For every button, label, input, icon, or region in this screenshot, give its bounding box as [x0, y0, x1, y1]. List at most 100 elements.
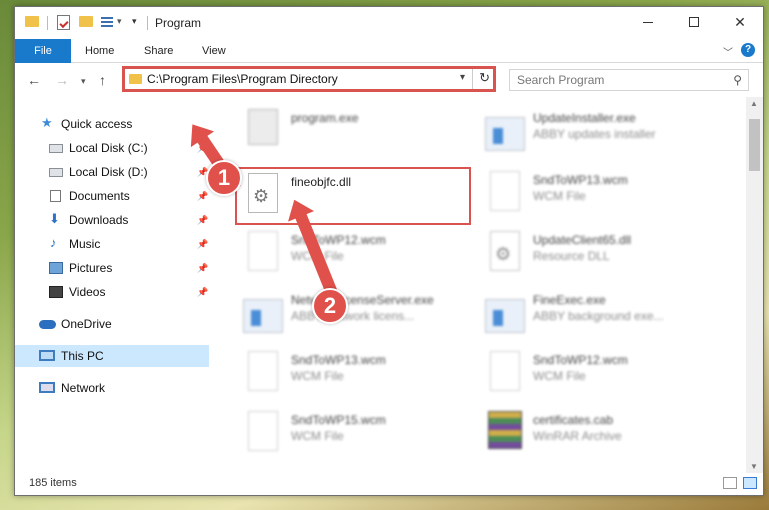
file-name: fineobjfc.dll: [291, 175, 352, 189]
file-name: certificates.cab: [533, 413, 614, 427]
file-name: FineExec.exe: [533, 293, 606, 307]
sidebar-item-local-disk-d[interactable]: Local Disk (D:) 📌: [15, 161, 209, 183]
file-icon: [248, 351, 278, 391]
address-divider: [472, 69, 473, 89]
sidebar-item-label: This PC: [61, 349, 104, 363]
status-bar: 185 items: [15, 473, 763, 495]
app-icon: [485, 117, 525, 151]
computer-icon: [39, 350, 55, 361]
file-type: WCM File: [533, 189, 586, 203]
minimize-button[interactable]: [625, 7, 671, 37]
file-item[interactable]: certificates.cab WinRAR Archive: [485, 409, 725, 465]
window-title: Program: [155, 16, 202, 30]
file-icon: [248, 231, 278, 271]
sidebar-item-pictures[interactable]: Pictures 📌: [15, 257, 209, 279]
vertical-scrollbar[interactable]: ▲ ▼: [746, 97, 763, 473]
scrollbar-thumb[interactable]: [749, 119, 760, 171]
folder-icon: [129, 74, 142, 84]
scroll-down-icon[interactable]: ▼: [750, 462, 758, 471]
file-item[interactable]: NetworkLicenseServer.exe ABBY Network li…: [243, 289, 483, 345]
up-arrow-icon[interactable]: ↑: [99, 72, 106, 88]
sidebar-item-label: Local Disk (C:): [69, 141, 148, 155]
pin-icon[interactable]: 📌: [197, 215, 208, 226]
maximize-icon: [689, 17, 699, 27]
callout-badge-1: 1: [206, 160, 242, 196]
close-button[interactable]: ✕: [717, 7, 763, 37]
sidebar-item-network[interactable]: Network: [15, 377, 209, 399]
refresh-icon[interactable]: ↻: [479, 70, 490, 86]
expand-ribbon-icon[interactable]: ﹀: [723, 44, 733, 59]
file-item[interactable]: FineExec.exe ABBY background exe...: [485, 289, 725, 345]
folder-icon: [25, 16, 39, 27]
large-icons-view-icon[interactable]: [743, 477, 757, 489]
back-arrow-icon[interactable]: ←: [27, 72, 41, 88]
file-item[interactable]: program.exe: [243, 107, 483, 163]
forward-arrow-icon[interactable]: →: [55, 72, 69, 88]
address-dropdown-icon[interactable]: ▾: [460, 72, 465, 83]
minimize-icon: [643, 21, 653, 23]
file-item[interactable]: UpdateInstaller.exe ABBY updates install…: [485, 107, 725, 163]
scroll-up-icon[interactable]: ▲: [750, 99, 758, 108]
chevron-down-icon[interactable]: ▾: [117, 16, 122, 27]
file-name: SndToWP13.wcm: [291, 353, 386, 367]
new-folder-icon[interactable]: [79, 16, 93, 27]
app-icon: [243, 299, 283, 333]
sidebar-item-music[interactable]: ♪ Music 📌: [15, 233, 209, 255]
file-item[interactable]: SndToWP12.wcm WCM File: [243, 229, 483, 285]
recent-locations-icon[interactable]: ▾: [81, 76, 86, 87]
music-icon: ♪: [50, 235, 57, 250]
file-name: SndToWP13.wcm: [533, 173, 628, 187]
videos-icon: [49, 286, 63, 298]
sidebar-item-label: Music: [69, 237, 101, 251]
network-icon: [39, 382, 55, 393]
maximize-button[interactable]: [671, 7, 717, 37]
address-bar[interactable]: C:\Program Files\Program Directory ▾ ↻: [122, 66, 496, 92]
address-path[interactable]: C:\Program Files\Program Directory: [147, 72, 338, 86]
tab-share[interactable]: Share: [144, 39, 173, 63]
file-item[interactable]: SndToWP13.wcm WCM File: [485, 169, 725, 225]
title-bar: ▾ ▾ Program ✕: [15, 7, 763, 39]
search-input[interactable]: Search Program ⚲: [509, 69, 749, 91]
sidebar-item-downloads[interactable]: ⬇ Downloads 📌: [15, 209, 209, 231]
file-item[interactable]: UpdateClient65.dll Resource DLL: [485, 229, 725, 285]
sidebar-item-onedrive[interactable]: OneDrive: [15, 313, 209, 335]
disk-icon: [49, 168, 63, 177]
sidebar-item-label: Pictures: [69, 261, 113, 275]
archive-icon: [488, 411, 522, 449]
sidebar-item-documents[interactable]: Documents 📌: [15, 185, 209, 207]
dll-gear-icon: [248, 173, 278, 213]
file-item-fineobjfc[interactable]: fineobjfc.dll: [243, 171, 483, 227]
tab-home[interactable]: Home: [85, 39, 114, 63]
navigation-bar: ← → ▾ ↑ C:\Program Files\Program Directo…: [15, 65, 763, 97]
file-name: program.exe: [291, 111, 359, 125]
pin-icon[interactable]: 📌: [197, 287, 208, 298]
file-explorer-window: ▾ ▾ Program ✕ File Home Share View ﹀ ? ←…: [14, 6, 764, 496]
sidebar-item-this-pc[interactable]: This PC: [15, 345, 209, 367]
pin-icon[interactable]: 📌: [197, 191, 208, 202]
pin-icon[interactable]: 📌: [197, 239, 208, 250]
customize-quick-access-icon[interactable]: ▾: [132, 16, 137, 27]
file-item[interactable]: SndToWP12.wcm WCM File: [485, 349, 725, 405]
close-icon: ✕: [734, 13, 746, 30]
pin-icon[interactable]: 📌: [197, 263, 208, 274]
download-icon: ⬇: [49, 211, 60, 226]
sidebar-item-local-disk-c[interactable]: Local Disk (C:) 📌: [15, 137, 209, 159]
search-icon[interactable]: ⚲: [733, 73, 742, 87]
file-item[interactable]: SndToWP13.wcm WCM File: [243, 349, 483, 405]
file-name: UpdateClient65.dll: [533, 233, 632, 247]
disk-icon: [49, 144, 63, 153]
sidebar-item-videos[interactable]: Videos 📌: [15, 281, 209, 303]
tab-file[interactable]: File: [15, 39, 71, 63]
details-view-icon[interactable]: [723, 477, 737, 489]
file-item[interactable]: SndToWP15.wcm WCM File: [243, 409, 483, 465]
help-icon[interactable]: ?: [741, 43, 755, 57]
tab-view[interactable]: View: [202, 39, 226, 63]
properties-icon[interactable]: [57, 15, 70, 30]
cloud-icon: [39, 320, 56, 329]
search-placeholder: Search Program: [517, 73, 605, 87]
file-type: Resource DLL: [533, 249, 610, 263]
file-name: SndToWP12.wcm: [533, 353, 628, 367]
document-icon: [50, 190, 61, 202]
view-options-icon[interactable]: [101, 15, 115, 29]
app-icon: [485, 299, 525, 333]
